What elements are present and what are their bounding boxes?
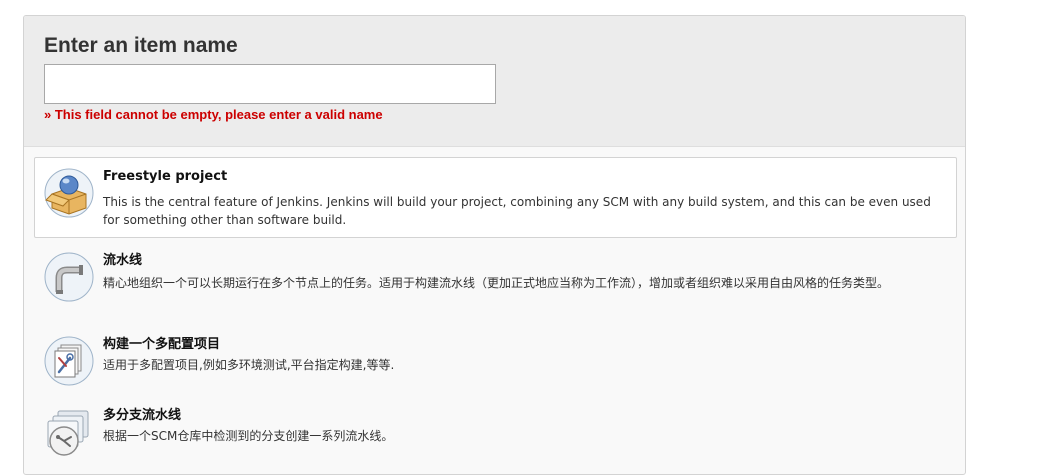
item-type-title: 构建一个多配置项目 (103, 337, 221, 352)
item-name-header: Enter an item name » This field cannot b… (24, 16, 965, 147)
item-type-list: Freestyle project This is the central fe… (34, 157, 957, 466)
multibranch-pipeline-icon (44, 407, 94, 457)
item-name-input[interactable] (44, 64, 496, 104)
new-item-panel: Enter an item name » This field cannot b… (23, 15, 966, 475)
item-type-multi-configuration[interactable]: 构建一个多配置项目 适用于多配置项目,例如多环境测试,平台指定构建,等等. (34, 325, 957, 396)
item-type-title: Freestyle project (103, 169, 228, 184)
item-type-freestyle[interactable]: Freestyle project This is the central fe… (34, 157, 957, 238)
pipeline-icon (44, 252, 94, 302)
item-type-multibranch-pipeline[interactable]: 多分支流水线 根据一个SCM仓库中检测到的分支创建一系列流水线。 (34, 396, 957, 466)
item-type-title: 多分支流水线 (103, 408, 182, 423)
page-title: Enter an item name (44, 34, 238, 57)
item-type-description: 根据一个SCM仓库中检测到的分支创建一系列流水线。 (103, 429, 394, 443)
freestyle-project-icon (44, 168, 94, 218)
item-type-title: 流水线 (103, 253, 143, 268)
item-type-description: 适用于多配置项目,例如多环境测试,平台指定构建,等等. (103, 358, 395, 372)
item-type-description: This is the central feature of Jenkins. … (103, 195, 931, 227)
item-type-pipeline[interactable]: 流水线 精心地组织一个可以长期运行在多个节点上的任务。适用于构建流水线（更加正式… (34, 241, 957, 325)
multi-config-icon (44, 336, 94, 386)
item-type-description: 精心地组织一个可以长期运行在多个节点上的任务。适用于构建流水线（更加正式地应当称… (103, 276, 890, 290)
validation-error: » This field cannot be empty, please ent… (44, 107, 383, 122)
